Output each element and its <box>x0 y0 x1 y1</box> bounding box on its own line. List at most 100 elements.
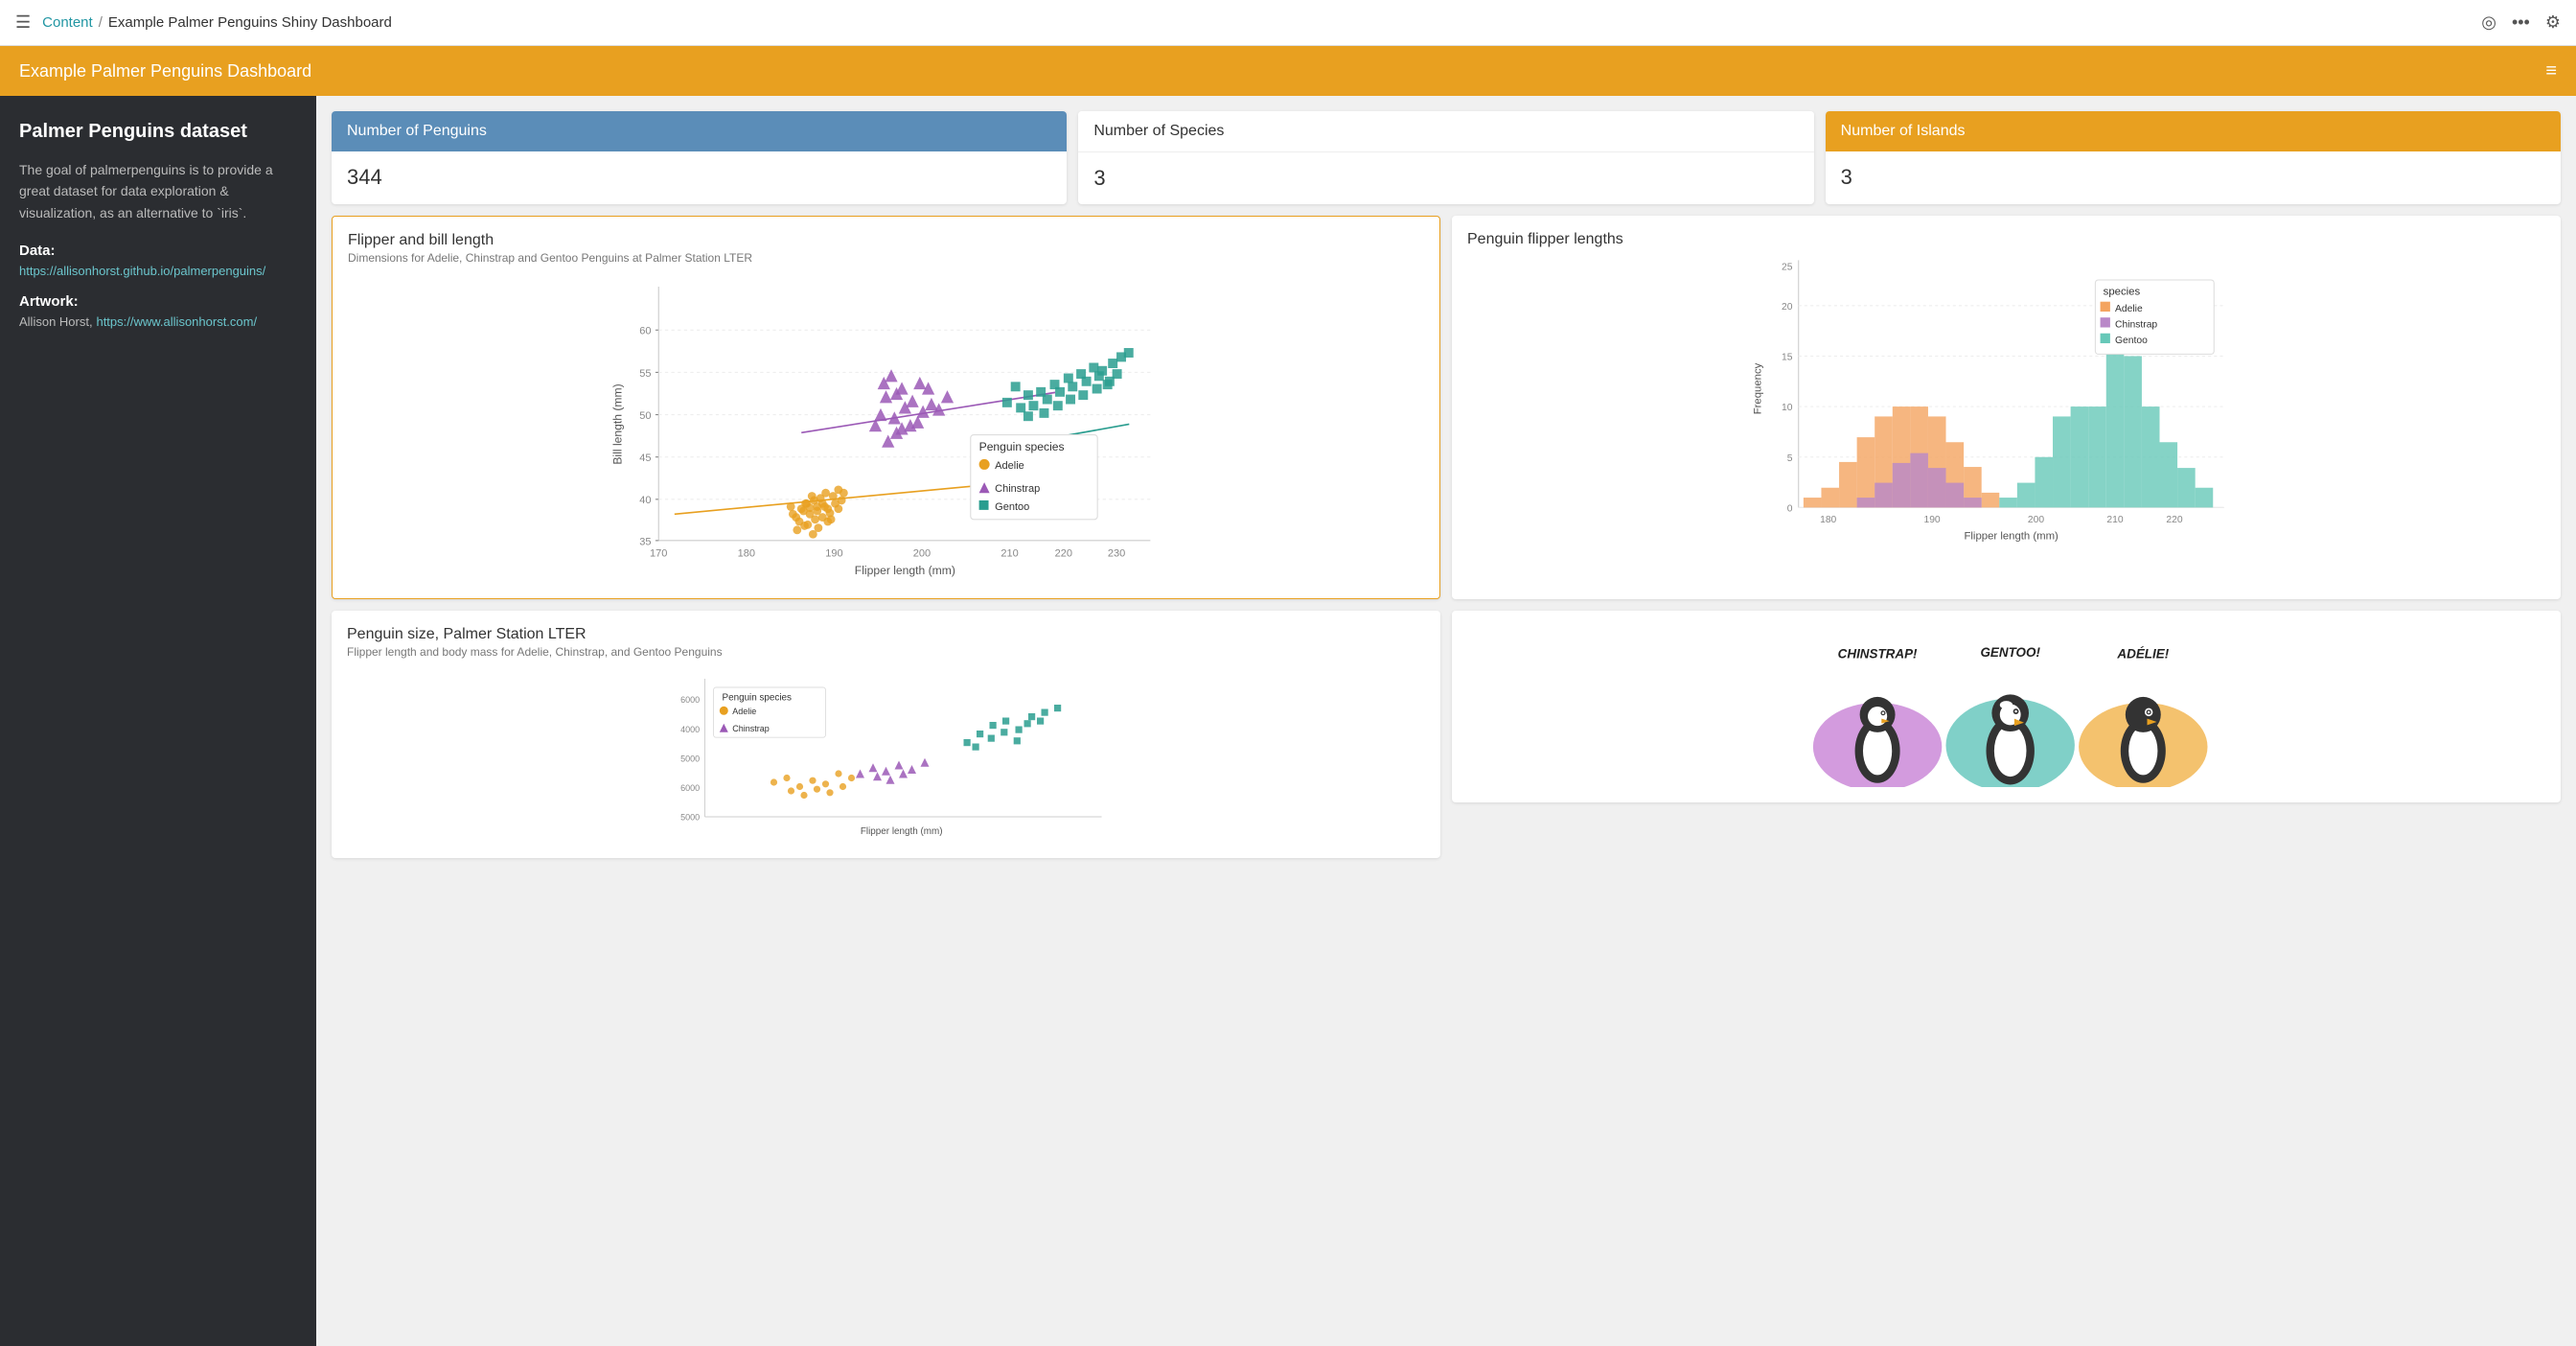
stat-card-species: Number of Species 3 <box>1078 111 1813 204</box>
svg-text:55: 55 <box>639 368 651 380</box>
stat-card-islands-value: 3 <box>1826 151 2561 203</box>
stat-card-species-value: 3 <box>1078 152 1813 204</box>
hamburger-icon[interactable]: ☰ <box>15 12 31 33</box>
breadcrumb-content-link[interactable]: Content <box>42 14 93 31</box>
svg-text:4000: 4000 <box>680 725 700 734</box>
svg-text:190: 190 <box>825 547 842 559</box>
sidebar-artwork-label: Artwork: <box>19 293 297 310</box>
stat-card-islands: Number of Islands 3 <box>1826 111 2561 204</box>
svg-text:35: 35 <box>639 536 651 547</box>
stat-card-species-header: Number of Species <box>1078 111 1813 152</box>
svg-text:180: 180 <box>1820 515 1836 525</box>
stat-card-islands-header: Number of Islands <box>1826 111 2561 151</box>
breadcrumb-separator: / <box>99 14 103 31</box>
svg-text:Penguin species: Penguin species <box>723 693 793 704</box>
svg-text:220: 220 <box>2166 515 2182 525</box>
dashboard-title: Example Palmer Penguins Dashboard <box>19 61 2545 81</box>
svg-text:Chinstrap: Chinstrap <box>732 724 770 733</box>
dashboard-menu-icon[interactable]: ≡ <box>2545 60 2557 82</box>
sidebar-artwork-link[interactable]: https://www.allisonhorst.com/ <box>96 314 257 329</box>
target-icon: ◎ <box>2481 12 2496 32</box>
svg-text:230: 230 <box>1108 547 1125 559</box>
svg-text:ADÉLIE!: ADÉLIE! <box>2116 647 2169 661</box>
svg-text:CHINSTRAP!: CHINSTRAP! <box>1838 647 1918 661</box>
svg-text:60: 60 <box>639 326 651 337</box>
svg-text:Chinstrap: Chinstrap <box>995 483 1040 495</box>
sidebar-artwork-text: Allison Horst, <box>19 314 93 329</box>
svg-text:170: 170 <box>650 547 667 559</box>
svg-text:Frequency: Frequency <box>1753 362 1764 414</box>
histogram-chart: 0 5 10 15 20 25 180 190 <box>1467 250 2545 557</box>
svg-text:25: 25 <box>1782 263 1793 273</box>
svg-text:GENTOO!: GENTOO! <box>1980 645 2040 660</box>
svg-text:0: 0 <box>1787 504 1793 515</box>
svg-text:Gentoo: Gentoo <box>995 501 1029 513</box>
scatter-chart-2-subtitle: Flipper length and body mass for Adelie,… <box>347 645 1425 659</box>
breadcrumb: Content / Example Palmer Penguins Shiny … <box>42 14 392 31</box>
breadcrumb-current: Example Palmer Penguins Shiny Dashboard <box>108 14 392 31</box>
settings-button[interactable]: ⚙ <box>2545 12 2561 33</box>
svg-text:Flipper length (mm): Flipper length (mm) <box>861 826 943 837</box>
svg-text:5: 5 <box>1787 453 1793 464</box>
scatter-svg: 35 40 45 50 55 60 170 18 <box>348 276 1424 583</box>
stat-card-penguins-value: 344 <box>332 151 1067 203</box>
svg-text:210: 210 <box>2106 515 2123 525</box>
svg-text:15: 15 <box>1782 353 1793 363</box>
svg-text:45: 45 <box>639 453 651 464</box>
svg-text:Adelie: Adelie <box>732 707 756 716</box>
scatter-plot-title: Flipper and bill length <box>348 232 1424 249</box>
svg-text:Penguin species: Penguin species <box>979 440 1065 453</box>
histogram-svg: 0 5 10 15 20 25 180 190 <box>1467 250 2545 557</box>
svg-text:species: species <box>2104 286 2141 297</box>
charts-row-1: Flipper and bill length Dimensions for A… <box>332 216 2561 599</box>
main-layout: Palmer Penguins dataset The goal of palm… <box>0 96 2576 1346</box>
target-button[interactable]: ◎ <box>2481 12 2496 33</box>
scatter-chart-2-card: Penguin size, Palmer Station LTER Flippe… <box>332 611 1440 858</box>
svg-text:180: 180 <box>738 547 755 559</box>
penguin-art-card: CHINSTRAP! GE <box>1452 611 2561 802</box>
scatter-plot-subtitle: Dimensions for Adelie, Chinstrap and Gen… <box>348 251 1424 265</box>
svg-text:220: 220 <box>1055 547 1072 559</box>
stat-cards-row: Number of Penguins 344 Number of Species… <box>332 111 2561 204</box>
svg-text:6000: 6000 <box>680 695 700 705</box>
stat-card-penguins: Number of Penguins 344 <box>332 111 1067 204</box>
scatter-chart-2-title: Penguin size, Palmer Station LTER <box>347 626 1425 643</box>
more-icon: ••• <box>2512 12 2530 32</box>
svg-text:20: 20 <box>1782 302 1793 313</box>
stat-card-penguins-header: Number of Penguins <box>332 111 1067 151</box>
bottom-row: Penguin size, Palmer Station LTER Flippe… <box>332 611 2561 858</box>
histogram-title: Penguin flipper lengths <box>1467 231 2545 248</box>
svg-text:Chinstrap: Chinstrap <box>2115 320 2157 331</box>
svg-text:5000: 5000 <box>680 813 700 823</box>
svg-text:210: 210 <box>1000 547 1018 559</box>
svg-text:Adelie: Adelie <box>995 460 1024 472</box>
penguin-art-svg: CHINSTRAP! GE <box>1467 626 2545 787</box>
sidebar-data-link[interactable]: https://allisonhorst.github.io/palmerpen… <box>19 264 265 278</box>
more-button[interactable]: ••• <box>2512 12 2530 33</box>
svg-text:Adelie: Adelie <box>2115 304 2143 314</box>
settings-icon: ⚙ <box>2545 12 2561 32</box>
scatter-plot-card: Flipper and bill length Dimensions for A… <box>332 216 1440 599</box>
svg-text:200: 200 <box>2028 515 2044 525</box>
sidebar: Palmer Penguins dataset The goal of palm… <box>0 96 316 1346</box>
svg-text:190: 190 <box>1923 515 1940 525</box>
top-navigation: ☰ Content / Example Palmer Penguins Shin… <box>0 0 2576 46</box>
sidebar-data-label: Data: <box>19 243 297 259</box>
svg-text:40: 40 <box>639 495 651 506</box>
svg-text:Gentoo: Gentoo <box>2115 336 2148 346</box>
content-area: Number of Penguins 344 Number of Species… <box>316 96 2576 1346</box>
dashboard-header: Example Palmer Penguins Dashboard ≡ <box>0 46 2576 96</box>
topnav-actions: ◎ ••• ⚙ <box>2481 12 2561 33</box>
svg-text:6000: 6000 <box>680 783 700 793</box>
svg-text:Flipper length (mm): Flipper length (mm) <box>1964 530 2058 542</box>
svg-text:10: 10 <box>1782 403 1793 413</box>
scatter-plot: 35 40 45 50 55 60 170 18 <box>348 276 1424 583</box>
svg-text:Flipper length (mm): Flipper length (mm) <box>855 564 955 577</box>
histogram-card: Penguin flipper lengths 0 5 10 15 20 25 <box>1452 216 2561 599</box>
sidebar-description: The goal of palmerpenguins is to provide… <box>19 159 297 223</box>
svg-text:5000: 5000 <box>680 754 700 763</box>
svg-text:200: 200 <box>913 547 931 559</box>
svg-text:50: 50 <box>639 410 651 422</box>
scatter2-svg: 5000 6000 5000 4000 6000 Flipper length … <box>347 670 1425 843</box>
svg-text:Bill length (mm): Bill length (mm) <box>611 383 625 464</box>
